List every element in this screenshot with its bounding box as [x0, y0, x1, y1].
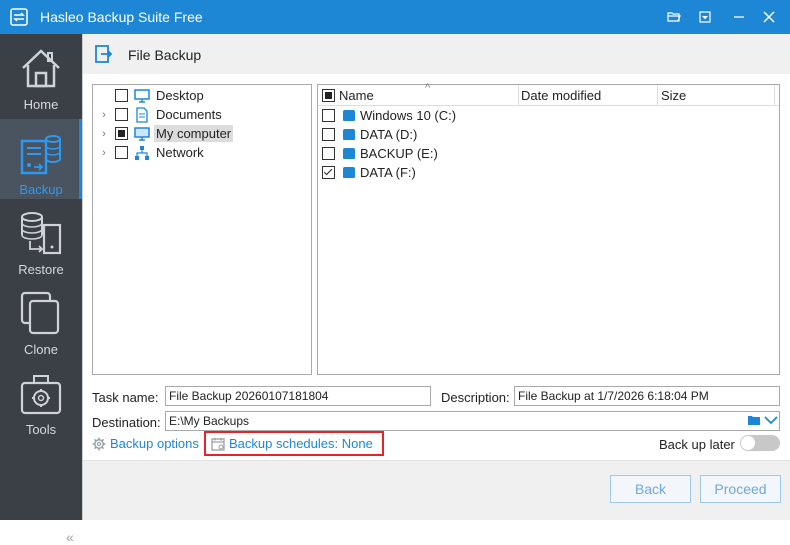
window-title: Hasleo Backup Suite Free [40, 9, 203, 25]
close-icon [763, 11, 775, 23]
desktop-icon [134, 88, 150, 103]
drive-name: DATA (F:) [360, 165, 416, 180]
checkbox[interactable] [115, 146, 128, 159]
computer-icon [134, 126, 150, 141]
description-input[interactable] [514, 386, 780, 406]
column-header-size[interactable]: Size [661, 88, 686, 103]
highlight-box [204, 431, 384, 456]
tree-item-documents[interactable]: › Documents [93, 105, 224, 124]
list-item[interactable]: DATA (D:) [318, 125, 417, 144]
restore-icon [21, 212, 62, 255]
description-label: Description: [441, 390, 510, 405]
checkbox[interactable] [115, 89, 128, 102]
main-content: File Backup Desktop › Documents › My com… [82, 34, 790, 520]
expand-chevron-icon[interactable]: › [93, 147, 115, 159]
checkbox[interactable] [115, 108, 128, 121]
list-item[interactable]: DATA (F:) [318, 163, 416, 182]
expand-chevron-icon[interactable]: › [93, 109, 115, 121]
sidebar-label-home: Home [23, 97, 59, 112]
checkbox[interactable] [322, 109, 335, 122]
backup-options-link[interactable]: Backup options [92, 436, 199, 451]
backup-icon [20, 135, 61, 175]
proceed-button[interactable]: Proceed [700, 475, 781, 503]
sidebar-label-restore: Restore [18, 262, 64, 277]
minimize-button[interactable] [728, 7, 750, 27]
tree-item-my-computer[interactable]: › My computer [93, 124, 234, 143]
page-header: File Backup [83, 34, 790, 74]
drive-icon [343, 148, 355, 159]
expand-chevron-icon[interactable]: › [93, 128, 115, 140]
column-header-date-modified[interactable]: Date modified [521, 88, 601, 103]
drive-icon [343, 167, 355, 178]
destination-input[interactable] [165, 411, 780, 431]
backup-options-label: Backup options [110, 436, 199, 451]
sidebar-item-restore[interactable]: Restore [0, 199, 82, 279]
menu-button[interactable] [694, 7, 716, 27]
gear-icon [92, 437, 106, 450]
tree-item-label: My computer [154, 125, 234, 142]
file-list-header: Name ^ Date modified Size [318, 82, 779, 106]
clone-icon [20, 291, 60, 335]
tools-icon [20, 375, 62, 415]
open-folder-button[interactable] [663, 7, 685, 27]
destination-controls [747, 414, 778, 426]
documents-icon [136, 106, 148, 123]
close-button[interactable] [758, 7, 780, 27]
drive-icon [343, 110, 355, 121]
checkbox[interactable] [322, 128, 335, 141]
app-logo-icon [10, 8, 28, 26]
page-title: File Backup [128, 47, 202, 63]
drive-icon [343, 129, 355, 140]
tree-item-label: Desktop [156, 88, 204, 103]
task-name-input[interactable] [165, 386, 431, 406]
tree-item-desktop[interactable]: Desktop [93, 86, 206, 105]
select-all-checkbox[interactable] [322, 89, 335, 102]
tree-item-label: Network [156, 145, 204, 160]
sort-ascending-icon: ^ [425, 82, 431, 94]
title-bar: Hasleo Backup Suite Free [0, 0, 790, 34]
file-backup-icon [95, 45, 113, 63]
sidebar-item-backup[interactable]: Backup [0, 119, 82, 199]
destination-label: Destination: [92, 415, 161, 430]
sidebar-item-tools[interactable]: Tools [0, 359, 82, 439]
drive-name: BACKUP (E:) [360, 146, 438, 161]
checkbox[interactable] [322, 147, 335, 160]
dropdown-menu-icon [699, 11, 711, 23]
browse-folder-icon[interactable] [747, 414, 761, 426]
list-item[interactable]: BACKUP (E:) [318, 144, 438, 163]
source-tree: Desktop › Documents › My computer › Netw… [92, 84, 312, 375]
back-up-later-label: Back up later [659, 437, 735, 452]
sidebar-item-clone[interactable]: Clone [0, 279, 82, 359]
sidebar: Home Backup Restore Clone Tools « [0, 34, 82, 545]
home-icon [22, 49, 60, 88]
network-icon [135, 145, 149, 160]
back-button[interactable]: Back [610, 475, 691, 503]
tree-item-label: Documents [156, 107, 222, 122]
chevron-down-icon[interactable] [764, 415, 778, 425]
tree-item-network[interactable]: › Network [93, 143, 206, 162]
task-name-label: Task name: [92, 390, 159, 405]
sidebar-label-tools: Tools [25, 422, 57, 437]
drive-name: DATA (D:) [360, 127, 418, 142]
sidebar-label-backup: Backup [19, 182, 63, 197]
sidebar-item-home[interactable]: Home [0, 34, 82, 114]
list-item[interactable]: Windows 10 (C:) [318, 106, 456, 125]
back-up-later-toggle[interactable] [740, 435, 780, 451]
file-list: Name ^ Date modified Size Windows 10 (C:… [317, 82, 780, 375]
minimize-icon [734, 16, 744, 18]
collapse-sidebar-icon[interactable]: « [66, 529, 74, 545]
drive-name: Windows 10 (C:) [360, 108, 457, 123]
sidebar-label-clone: Clone [24, 342, 58, 357]
checkbox[interactable] [115, 127, 128, 140]
column-header-name[interactable]: Name [339, 88, 374, 103]
folder-open-icon [667, 12, 681, 22]
checkbox[interactable] [322, 166, 335, 179]
